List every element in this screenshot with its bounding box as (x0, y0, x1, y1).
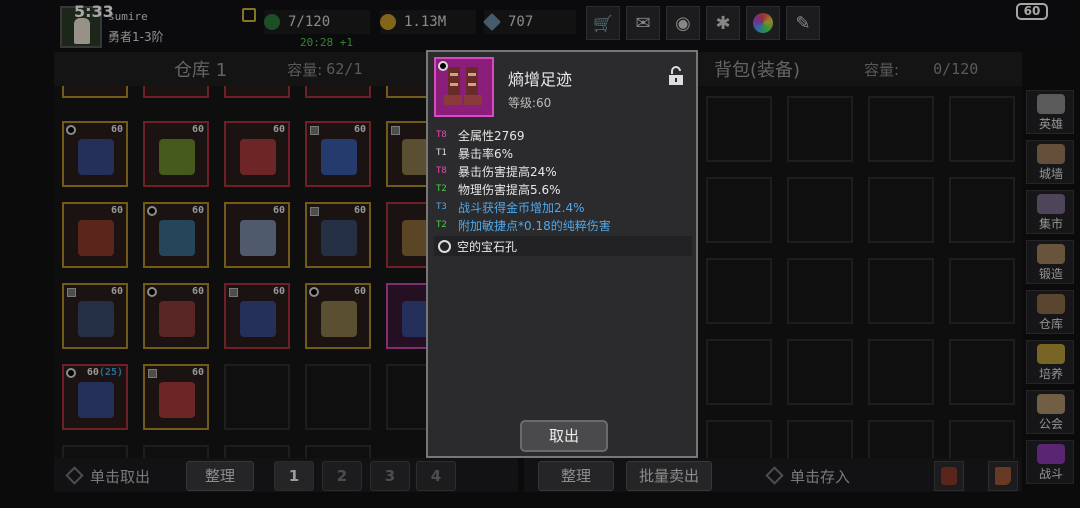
item-title: 熵增足迹 (508, 70, 573, 89)
attribute-tier: T3 (436, 202, 447, 212)
attribute-row: T2 附加敏捷点*0.18的纯粹伤害 (436, 216, 692, 234)
attribute-row: T8 暴击伤害提高24% (436, 162, 692, 180)
attribute-text: 附加敏捷点*0.18的纯粹伤害 (458, 218, 611, 233)
attribute-tier: T8 (436, 166, 447, 176)
attribute-row: T1 暴击率6% (436, 144, 692, 162)
attribute-tier: T2 (436, 220, 447, 230)
take-out-button[interactable]: 取出 (520, 420, 608, 452)
gem-socket-label: 空的宝石孔 (457, 239, 518, 254)
attribute-tier: T1 (436, 148, 447, 158)
item-icon (434, 57, 494, 117)
gem-socket-marker (438, 61, 448, 71)
unlock-icon[interactable] (668, 66, 684, 86)
attribute-tier: T2 (436, 184, 447, 194)
attribute-row: T3 战斗获得金币增加2.4% (436, 198, 692, 216)
gem-socket-row[interactable]: 空的宝石孔 (434, 236, 692, 256)
attribute-tier: T8 (436, 130, 447, 140)
attribute-text: 全属性2769 (458, 128, 525, 143)
attribute-text: 暴击伤害提高24% (458, 164, 557, 179)
attribute-list: T8 全属性2769 T1 暴击率6% T8 暴击伤害提高24% T2 物理伤害提高5.6% T… (436, 126, 692, 234)
item-level: 等级:60 (508, 96, 552, 110)
empty-socket-icon (438, 239, 451, 253)
attribute-text: 战斗获得金币增加2.4% (458, 200, 585, 215)
attribute-row: T8 全属性2769 (436, 126, 692, 144)
attribute-text: 暴击率6% (458, 146, 514, 161)
attribute-text: 物理伤害提高5.6% (458, 182, 561, 197)
attribute-row: T2 物理伤害提高5.6% (436, 180, 692, 198)
item-detail-popup: 熵增足迹 等级:60 T8 全属性2769 T1 暴击率6% T8 暴击伤害提高24% T2… (426, 50, 698, 458)
